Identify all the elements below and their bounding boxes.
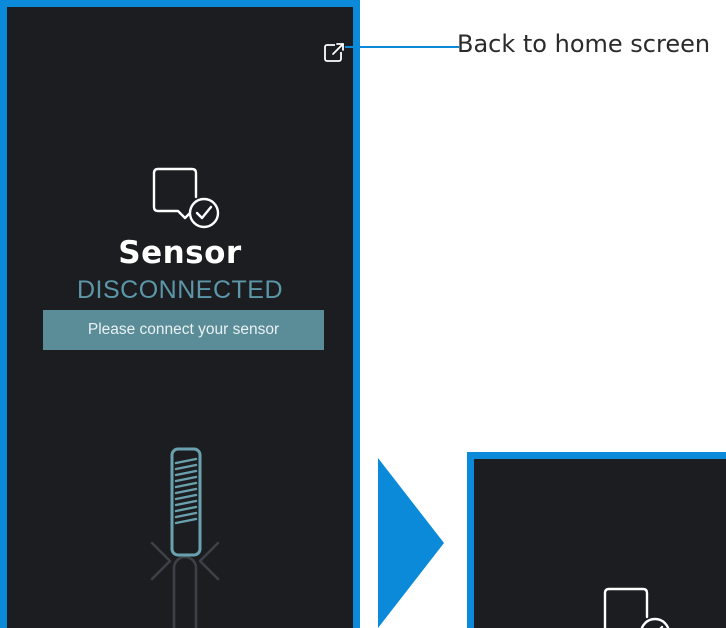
page: Sensor DISCONNECTED Please connect your … [0, 0, 726, 628]
home-button-annotation: Back to home screen [457, 30, 711, 58]
app-screen: Sensor DISCONNECTED Please connect your … [0, 0, 360, 628]
next-app-screen [467, 452, 726, 628]
instruction-banner: Please connect your sensor [43, 310, 324, 350]
sensor-device-icon [150, 447, 220, 628]
connection-status: DISCONNECTED [76, 276, 283, 304]
arrow-right-icon [378, 458, 444, 628]
home-button[interactable] [322, 41, 346, 65]
external-link-icon [324, 42, 346, 62]
sensor-check-icon [603, 587, 670, 628]
screen-title: Sensor [118, 235, 242, 271]
callout-line [345, 46, 459, 48]
sensor-check-icon [152, 167, 220, 229]
